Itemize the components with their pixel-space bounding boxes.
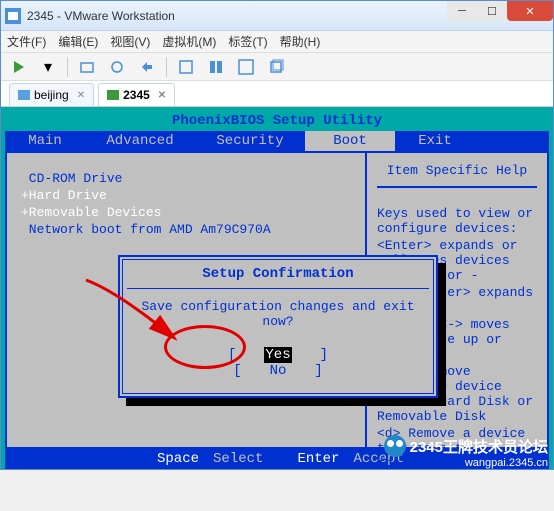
- dialog-buttons: [Yes] [No]: [123, 341, 433, 393]
- tab-label: 2345: [123, 88, 150, 102]
- yes-button[interactable]: [Yes]: [228, 347, 328, 363]
- no-button[interactable]: [No]: [233, 363, 323, 379]
- maximize-button[interactable]: ☐: [477, 1, 507, 21]
- vm-icon: [18, 89, 30, 101]
- dialog-message: Save configuration changes and exit now?: [123, 289, 433, 341]
- bios-menu-main[interactable]: Main: [5, 131, 85, 151]
- tab-close-icon[interactable]: ✕: [77, 90, 85, 101]
- tab-close-icon[interactable]: ✕: [158, 90, 166, 101]
- help-title: Item Specific Help: [377, 163, 537, 188]
- bios-menu-advanced[interactable]: Advanced: [85, 131, 195, 151]
- boot-item-network[interactable]: Network boot from AMD Am79C970A: [21, 222, 351, 239]
- status-space-key: Space: [157, 451, 199, 467]
- view2-icon[interactable]: [205, 56, 227, 78]
- snapshot-manager-icon[interactable]: [106, 56, 128, 78]
- bios-menu-boot[interactable]: Boot: [305, 131, 395, 151]
- menu-file[interactable]: 文件(F): [7, 33, 46, 50]
- bios-menu-security[interactable]: Security: [195, 131, 305, 151]
- snapshot-icon[interactable]: [76, 56, 98, 78]
- watermark-url: wangpai.2345.cn: [384, 457, 548, 469]
- menu-help[interactable]: 帮助(H): [280, 33, 321, 50]
- tabbar: beijing ✕ 2345 ✕: [1, 81, 553, 107]
- dialog-title: Setup Confirmation: [123, 260, 433, 288]
- boot-item-cdrom[interactable]: CD-ROM Drive: [21, 171, 351, 188]
- menu-vm[interactable]: 虚拟机(M): [162, 33, 216, 50]
- toolbar: ▾: [1, 53, 553, 81]
- setup-confirmation-dialog: Setup Confirmation Save configuration ch…: [118, 255, 438, 398]
- boot-item-hard-drive[interactable]: +Hard Drive: [21, 188, 351, 205]
- minimize-button[interactable]: ─: [447, 1, 477, 21]
- fullscreen-icon[interactable]: [235, 56, 257, 78]
- help-text: Keys used to view or configure devices:: [377, 206, 537, 236]
- power-on-icon[interactable]: [7, 56, 29, 78]
- tab-beijing[interactable]: beijing ✕: [9, 83, 94, 106]
- app-window: 2345 - VMware Workstation ─ ☐ ✕ 文件(F) 编辑…: [0, 0, 554, 470]
- bios-title: PhoenixBIOS Setup Utility: [5, 111, 549, 131]
- owl-icon: [384, 435, 406, 457]
- tab-label: beijing: [34, 88, 69, 102]
- app-icon: [5, 8, 21, 24]
- status-enter-key: Enter: [297, 451, 339, 467]
- bios-menu: Main Advanced Security Boot Exit: [5, 131, 549, 151]
- window-controls: ─ ☐ ✕: [447, 1, 553, 21]
- watermark-brand: 2345王牌技术员论坛: [410, 436, 548, 457]
- separator: [166, 57, 167, 77]
- revert-icon[interactable]: [136, 56, 158, 78]
- boot-item-removable[interactable]: +Removable Devices: [21, 205, 351, 222]
- unity-icon[interactable]: [265, 56, 287, 78]
- menu-view[interactable]: 视图(V): [110, 33, 150, 50]
- menu-edit[interactable]: 编辑(E): [58, 33, 98, 50]
- menubar: 文件(F) 编辑(E) 视图(V) 虚拟机(M) 标签(T) 帮助(H): [1, 31, 553, 53]
- dropdown-icon[interactable]: ▾: [37, 56, 59, 78]
- vm-icon: [107, 89, 119, 101]
- status-space-label: Select: [213, 451, 263, 467]
- watermark: 2345王牌技术员论坛 wangpai.2345.cn: [384, 435, 548, 469]
- menu-tabs[interactable]: 标签(T): [228, 33, 267, 50]
- separator: [67, 57, 68, 77]
- view1-icon[interactable]: [175, 56, 197, 78]
- tab-2345[interactable]: 2345 ✕: [98, 83, 175, 106]
- bios-menu-exit[interactable]: Exit: [395, 131, 475, 151]
- close-button[interactable]: ✕: [507, 1, 553, 21]
- titlebar[interactable]: 2345 - VMware Workstation ─ ☐ ✕: [1, 1, 553, 31]
